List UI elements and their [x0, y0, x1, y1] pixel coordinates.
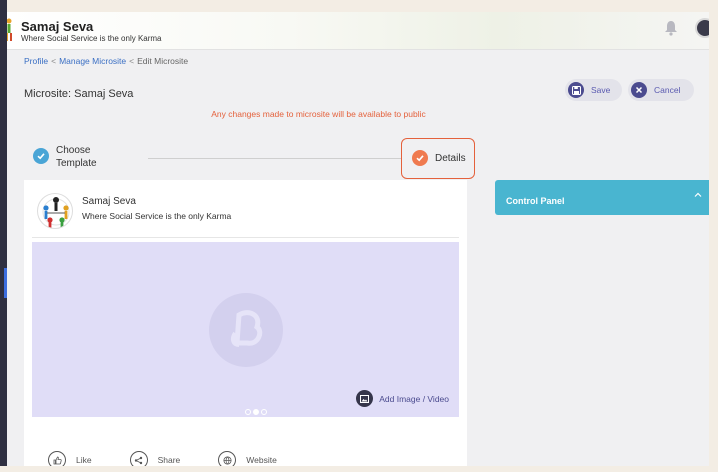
stepper: Choose Template Details — [7, 134, 487, 182]
microsite-preview-card: Samaj Seva Where Social Service is the o… — [24, 180, 467, 466]
control-panel-header[interactable]: Control Panel — [495, 180, 709, 215]
globe-icon — [218, 451, 237, 466]
close-icon — [631, 82, 647, 98]
breadcrumb: Profile < Manage Microsite < Edit Microsite — [24, 56, 188, 66]
public-notice: Any changes made to microsite will be av… — [211, 109, 426, 119]
organization-name: Samaj Seva — [82, 196, 136, 207]
carousel-dot[interactable] — [261, 409, 267, 415]
like-label: Like — [76, 455, 92, 465]
left-sidebar-strip — [0, 0, 7, 472]
step-complete-check-icon — [33, 148, 49, 164]
share-button[interactable]: Share — [129, 451, 181, 466]
add-image-video-button[interactable]: Add Image / Video — [356, 390, 449, 407]
user-avatar[interactable] — [695, 18, 709, 38]
website-button[interactable]: Website — [218, 451, 277, 466]
media-carousel[interactable]: Add Image / Video — [32, 242, 459, 417]
carousel-dot[interactable] — [245, 409, 251, 415]
image-icon — [356, 390, 374, 407]
window-right-strip — [709, 0, 718, 472]
like-button[interactable]: Like — [48, 451, 92, 466]
breadcrumb-profile[interactable]: Profile — [24, 56, 48, 66]
share-icon — [129, 451, 148, 466]
breadcrumb-manage-microsite[interactable]: Manage Microsite — [59, 56, 126, 66]
step-details-label: Details — [435, 153, 466, 164]
page-title: Microsite: Samaj Seva — [24, 88, 134, 100]
carousel-dot-active[interactable] — [253, 409, 259, 415]
bell-icon[interactable] — [664, 20, 678, 36]
organization-tagline: Where Social Service is the only Karma — [82, 211, 232, 221]
breadcrumb-separator: < — [129, 56, 135, 66]
brand-subtitle: Where Social Service is the only Karma — [21, 34, 162, 43]
thumbs-up-icon — [48, 451, 66, 466]
card-divider — [32, 237, 459, 238]
chevron-up-icon[interactable] — [694, 191, 702, 199]
save-label: Save — [591, 85, 611, 95]
save-icon — [568, 82, 584, 98]
step-connector — [148, 158, 401, 159]
step-active-check-icon — [412, 150, 428, 166]
carousel-dots — [245, 409, 267, 415]
brand-logo-icon — [7, 18, 12, 41]
cancel-label: Cancel — [654, 85, 681, 95]
website-label: Website — [246, 455, 277, 465]
breadcrumb-edit-microsite: Edit Microsite — [137, 56, 189, 66]
share-label: Share — [157, 455, 181, 465]
control-panel-label: Control Panel — [506, 196, 565, 206]
step-choose-template[interactable]: Choose Template — [56, 144, 126, 170]
brand-title: Samaj Seva — [21, 19, 94, 34]
card-actions: Like Share Website — [48, 451, 315, 466]
window-top-strip — [0, 0, 718, 12]
placeholder-logo-icon — [209, 293, 283, 367]
add-image-video-label: Add Image / Video — [379, 393, 449, 404]
organization-logo — [37, 193, 73, 229]
window-bottom-strip — [0, 466, 718, 472]
step-details[interactable]: Details — [401, 138, 475, 179]
app-header: Samaj Seva Where Social Service is the o… — [7, 12, 709, 50]
save-button[interactable]: Save — [565, 79, 622, 101]
breadcrumb-separator: < — [51, 56, 57, 66]
cancel-button[interactable]: Cancel — [628, 79, 694, 101]
app-window: Samaj Seva Where Social Service is the o… — [7, 12, 709, 466]
